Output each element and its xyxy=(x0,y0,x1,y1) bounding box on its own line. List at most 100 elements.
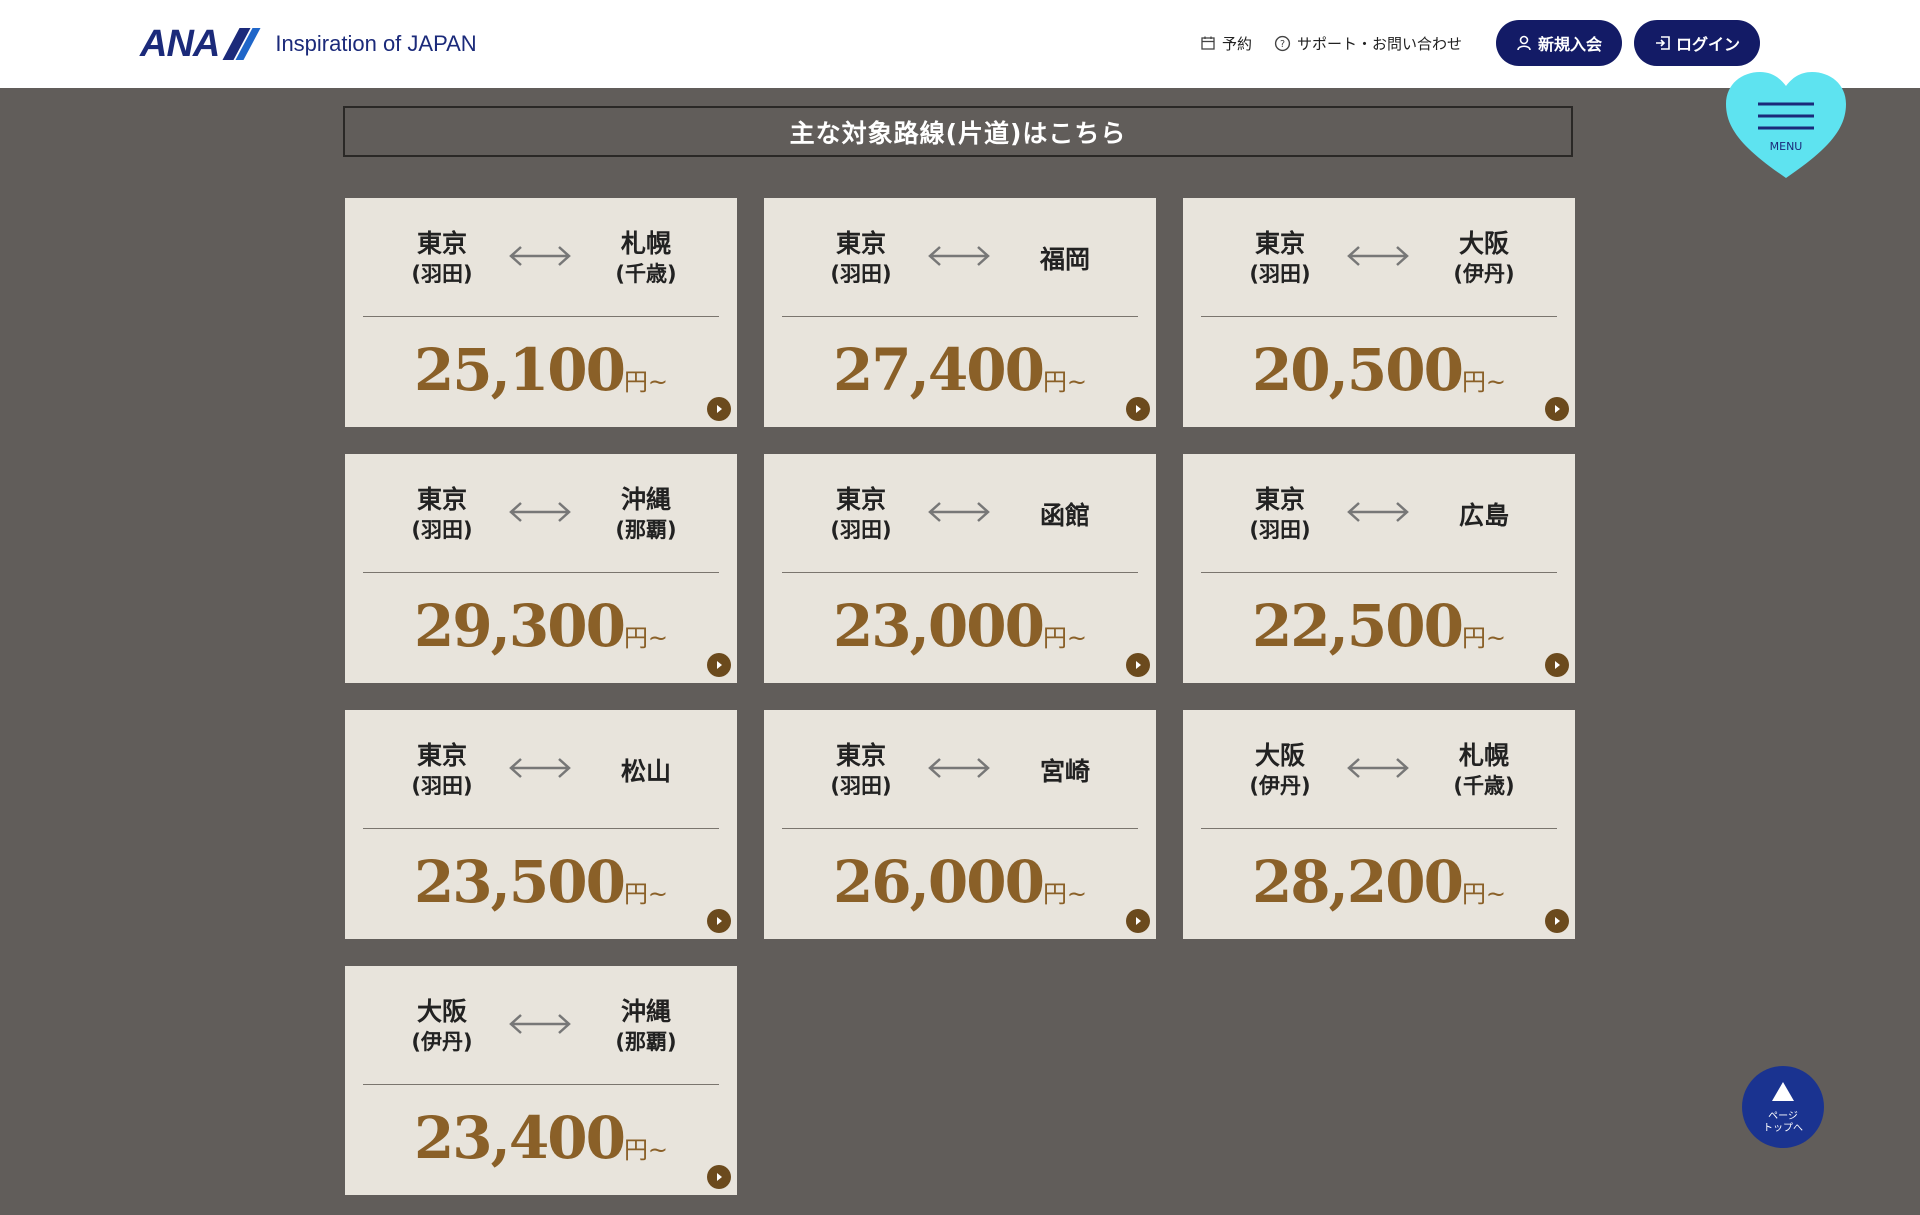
two-way-arrow-icon xyxy=(928,502,990,522)
origin-city: 東京 (羽田) xyxy=(411,485,473,542)
card-divider xyxy=(1201,828,1557,829)
menu-button[interactable]: MENU xyxy=(1722,70,1850,182)
fare-price: 23,000円~ xyxy=(832,592,1088,660)
origin-city: 東京 (羽田) xyxy=(830,741,892,798)
fare-price: 26,000円~ xyxy=(832,848,1088,916)
route-card[interactable]: 大阪 (伊丹) 札幌 (千歳) 28,200円~ xyxy=(1183,710,1575,939)
route-card[interactable]: 東京 (羽田) 札幌 (千歳) 25,100円~ xyxy=(345,198,737,427)
section-title: 主な対象路線(片道)はこちら xyxy=(343,106,1573,157)
card-divider xyxy=(363,1084,719,1085)
page-top-label: ページ トップへ xyxy=(1763,1111,1803,1134)
play-arrow-icon xyxy=(1545,909,1569,933)
destination-city: 沖縄 (那覇) xyxy=(615,485,677,542)
route-card[interactable]: 東京 (羽田) 福岡 27,400円~ xyxy=(764,198,1156,427)
card-divider xyxy=(363,828,719,829)
destination-city: 札幌 (千歳) xyxy=(615,229,677,286)
two-way-arrow-icon xyxy=(928,246,990,266)
login-button[interactable]: ログイン xyxy=(1633,20,1760,66)
destination-city: 宮崎 xyxy=(1039,757,1090,786)
route-card[interactable]: 東京 (羽田) 函館 23,000円~ xyxy=(764,454,1156,683)
route-card[interactable]: 東京 (羽田) 大阪 (伊丹) 20,500円~ xyxy=(1183,198,1575,427)
header-nav: 予約 ? サポート・お問い合わせ 新規入会 ログイン xyxy=(1200,20,1760,66)
destination-city: 福岡 xyxy=(1039,245,1090,274)
fare-price: 23,500円~ xyxy=(413,848,669,916)
support-link[interactable]: ? サポート・お問い合わせ xyxy=(1274,33,1462,54)
two-way-arrow-icon xyxy=(509,1014,571,1034)
svg-text:?: ? xyxy=(1280,39,1285,50)
support-label: サポート・お問い合わせ xyxy=(1296,34,1462,53)
origin-city: 大阪 (伊丹) xyxy=(411,997,473,1054)
destination-city: 大阪 (伊丹) xyxy=(1453,229,1515,286)
reserve-link[interactable]: 予約 xyxy=(1200,33,1252,54)
fare-price: 28,200円~ xyxy=(1251,848,1507,916)
heart-menu-icon: MENU xyxy=(1726,72,1846,178)
fare-price: 25,100円~ xyxy=(413,336,669,404)
origin-city: 東京 (羽田) xyxy=(1249,229,1311,286)
site-header: ANA Inspiration of JAPAN 予約 ? サポート・お問い合わ… xyxy=(0,0,1920,88)
up-arrow-icon xyxy=(1772,1082,1794,1101)
ana-logo[interactable]: ANA Inspiration of JAPAN xyxy=(140,23,477,65)
fare-price: 22,500円~ xyxy=(1251,592,1507,660)
card-divider xyxy=(782,316,1138,317)
route-card[interactable]: 東京 (羽田) 松山 23,500円~ xyxy=(345,710,737,939)
login-icon xyxy=(1655,36,1670,50)
question-icon: ? xyxy=(1274,35,1291,51)
route-card[interactable]: 東京 (羽田) 宮崎 26,000円~ xyxy=(764,710,1156,939)
logo-tagline: Inspiration of JAPAN xyxy=(275,31,477,56)
reserve-label: 予約 xyxy=(1221,34,1252,53)
origin-city: 東京 (羽田) xyxy=(411,229,473,286)
menu-label: MENU xyxy=(1770,140,1803,153)
play-arrow-icon xyxy=(707,653,731,677)
page-top-button[interactable]: ページ トップへ xyxy=(1742,1066,1824,1148)
card-divider xyxy=(363,316,719,317)
route-cities: 東京 (羽田) 沖縄 (那覇) xyxy=(345,454,737,572)
user-add-icon xyxy=(1517,35,1531,51)
two-way-arrow-icon xyxy=(1347,502,1409,522)
signup-label: 新規入会 xyxy=(1537,35,1602,54)
route-cities: 大阪 (伊丹) 札幌 (千歳) xyxy=(1183,710,1575,828)
destination-city: 札幌 (千歳) xyxy=(1453,741,1515,798)
fare-price: 29,300円~ xyxy=(413,592,669,660)
route-cities: 東京 (羽田) 大阪 (伊丹) xyxy=(1183,198,1575,316)
origin-city: 東京 (羽田) xyxy=(1249,485,1311,542)
login-label: ログイン xyxy=(1675,35,1740,54)
card-divider xyxy=(782,572,1138,573)
two-way-arrow-icon xyxy=(509,246,571,266)
play-arrow-icon xyxy=(707,397,731,421)
logo-mark: ANA xyxy=(140,23,220,65)
origin-city: 東京 (羽田) xyxy=(411,741,473,798)
destination-city: 函館 xyxy=(1039,501,1090,530)
play-arrow-icon xyxy=(707,1165,731,1189)
card-divider xyxy=(782,828,1138,829)
play-arrow-icon xyxy=(707,909,731,933)
play-arrow-icon xyxy=(1126,653,1150,677)
play-arrow-icon xyxy=(1126,397,1150,421)
card-divider xyxy=(1201,572,1557,573)
destination-city: 松山 xyxy=(620,757,671,786)
route-cities: 東京 (羽田) 函館 xyxy=(764,454,1156,572)
play-arrow-icon xyxy=(1545,397,1569,421)
destination-city: 沖縄 (那覇) xyxy=(615,997,677,1054)
fare-price: 23,400円~ xyxy=(413,1104,669,1172)
card-divider xyxy=(363,572,719,573)
play-arrow-icon xyxy=(1126,909,1150,933)
route-cities: 東京 (羽田) 松山 xyxy=(345,710,737,828)
logo-stripes xyxy=(221,28,261,60)
route-card[interactable]: 大阪 (伊丹) 沖縄 (那覇) 23,400円~ xyxy=(345,966,737,1195)
route-cities: 大阪 (伊丹) 沖縄 (那覇) xyxy=(345,966,737,1084)
route-cities: 東京 (羽田) 福岡 xyxy=(764,198,1156,316)
origin-city: 東京 (羽田) xyxy=(830,229,892,286)
origin-city: 大阪 (伊丹) xyxy=(1249,741,1311,798)
two-way-arrow-icon xyxy=(1347,758,1409,778)
signup-button[interactable]: 新規入会 xyxy=(1495,20,1622,66)
calendar-icon xyxy=(1201,36,1215,50)
card-divider xyxy=(1201,316,1557,317)
play-arrow-icon xyxy=(1545,653,1569,677)
route-card[interactable]: 東京 (羽田) 広島 22,500円~ xyxy=(1183,454,1575,683)
fare-price: 27,400円~ xyxy=(832,336,1088,404)
origin-city: 東京 (羽田) xyxy=(830,485,892,542)
two-way-arrow-icon xyxy=(1347,246,1409,266)
destination-city: 広島 xyxy=(1458,501,1509,530)
route-cities: 東京 (羽田) 札幌 (千歳) xyxy=(345,198,737,316)
route-card[interactable]: 東京 (羽田) 沖縄 (那覇) 29,300円~ xyxy=(345,454,737,683)
